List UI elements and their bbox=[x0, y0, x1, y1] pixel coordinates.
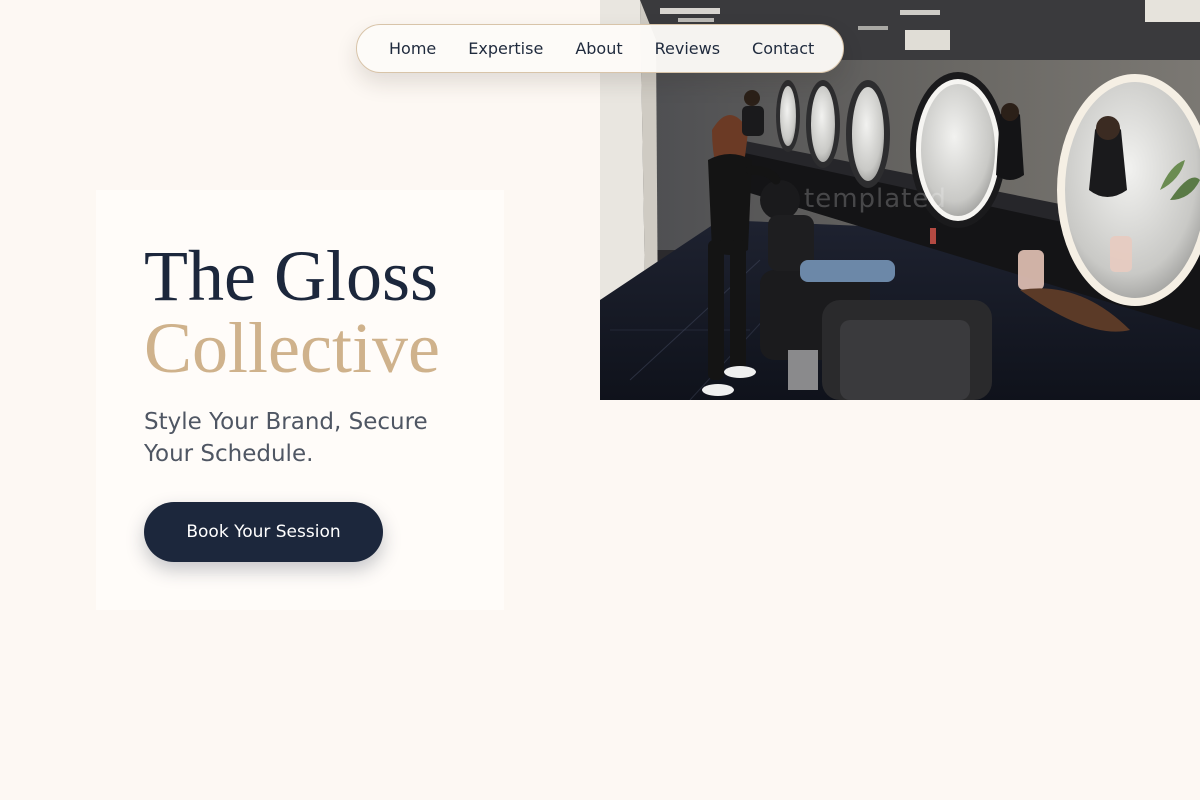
book-session-button[interactable]: Book Your Session bbox=[144, 502, 383, 562]
hero-title-line-1: The Gloss bbox=[144, 236, 438, 316]
nav-link-reviews[interactable]: Reviews bbox=[655, 39, 720, 58]
photo-watermark: templated bbox=[804, 184, 947, 214]
nav-link-contact[interactable]: Contact bbox=[752, 39, 814, 58]
hero-tagline: Style Your Brand, Secure Your Schedule. bbox=[144, 409, 428, 467]
main-navigation: Home Expertise About Reviews Contact bbox=[356, 24, 844, 73]
nav-link-home[interactable]: Home bbox=[389, 39, 436, 58]
nav-link-about[interactable]: About bbox=[575, 39, 622, 58]
hero-card: The Gloss Collective Style Your Brand, S… bbox=[96, 190, 504, 610]
nav-link-expertise[interactable]: Expertise bbox=[468, 39, 543, 58]
hero-title-line-2: Collective bbox=[144, 308, 440, 388]
